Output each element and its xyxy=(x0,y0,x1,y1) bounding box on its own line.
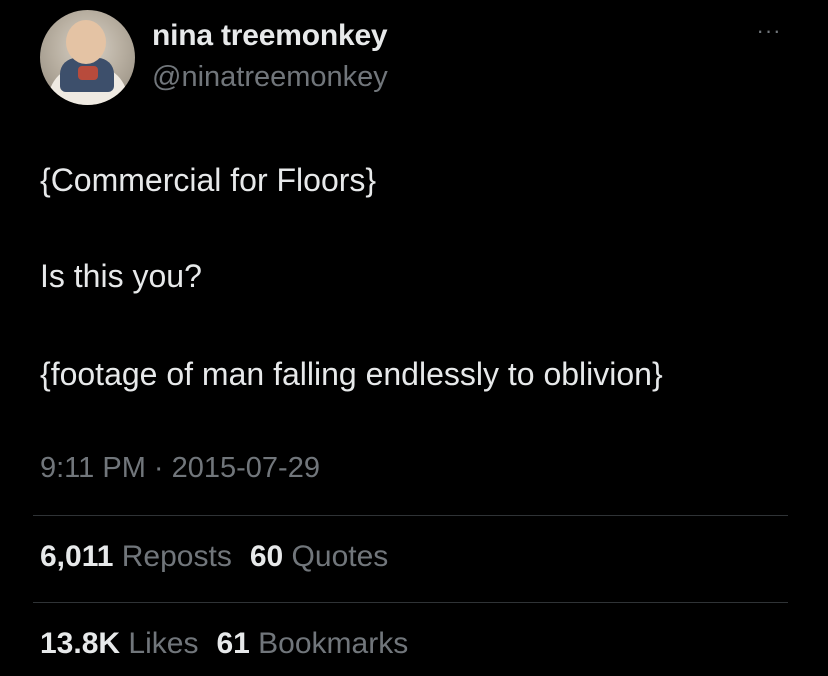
author-handle[interactable]: @ninatreemonkey xyxy=(152,61,388,94)
divider xyxy=(33,602,788,603)
tweet-text-line: {footage of man falling endlessly to obl… xyxy=(40,356,663,392)
likes-count: 13.8K xyxy=(40,627,121,660)
quotes-link[interactable]: 60 Quotes xyxy=(250,540,388,573)
tweet-text-line: {Commercial for Floors} xyxy=(40,162,377,198)
reposts-count: 6,011 xyxy=(40,540,114,573)
likes-label: Likes xyxy=(128,627,199,660)
engagement-row-reposts-quotes: 6,011 Reposts 60 Quotes xyxy=(40,540,388,574)
engagement-row-likes-bookmarks: 13.8K Likes 61 Bookmarks xyxy=(40,627,408,661)
tweet-text-line: Is this you? xyxy=(40,258,202,294)
divider xyxy=(33,515,788,516)
tweet-timestamp[interactable]: 9:11 PM · 2015-07-29 xyxy=(40,452,320,485)
quotes-count: 60 xyxy=(249,540,284,573)
likes-link[interactable]: 13.8K Likes xyxy=(40,627,198,660)
avatar[interactable] xyxy=(40,10,135,105)
bookmarks-link[interactable]: 61 Bookmarks xyxy=(216,627,408,660)
bookmarks-label: Bookmarks xyxy=(258,627,409,660)
avatar-head xyxy=(66,20,106,64)
bookmarks-count: 61 xyxy=(216,627,250,660)
author-display-name[interactable]: nina treemonkey xyxy=(152,19,388,53)
avatar-shirt-print xyxy=(78,66,98,80)
tweet-detail: nina treemonkey @ninatreemonkey ··· {Com… xyxy=(0,0,828,676)
quotes-label: Quotes xyxy=(291,540,389,573)
reposts-link[interactable]: 6,011 Reposts xyxy=(40,540,232,573)
reposts-label: Reposts xyxy=(121,540,232,573)
more-horizontal-icon[interactable]: ··· xyxy=(752,20,786,44)
